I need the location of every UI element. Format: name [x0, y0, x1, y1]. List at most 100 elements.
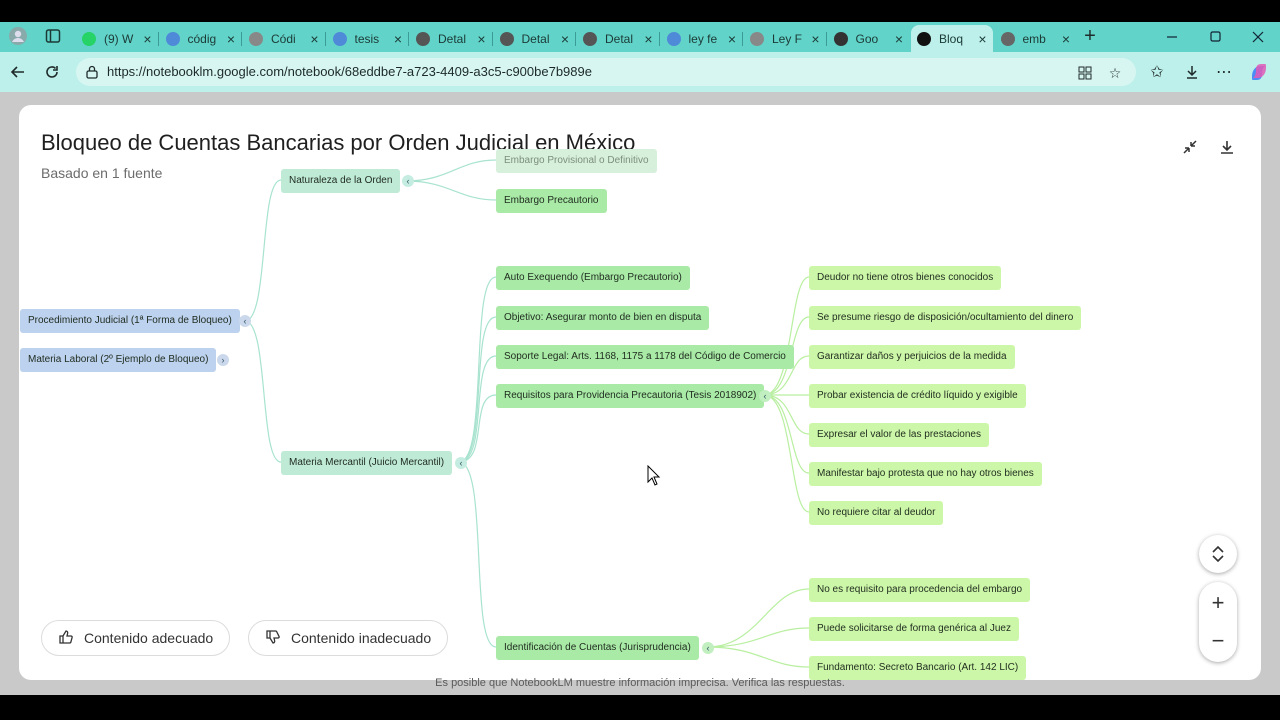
browser-tab[interactable]: Goo ×	[828, 25, 910, 52]
browser-tab[interactable]: Detal ×	[494, 25, 576, 52]
collapse-icon[interactable]	[1180, 137, 1200, 157]
browser-tab[interactable]: Ley F ×	[744, 25, 826, 52]
expand-node-icon[interactable]: ›	[217, 354, 229, 366]
mindmap-node-identificacion[interactable]: Identificación de Cuentas (Jurisprudenci…	[496, 636, 699, 660]
mindmap-node-soporte-legal[interactable]: Soporte Legal: Arts. 1168, 1175 a 1178 d…	[496, 345, 794, 369]
mindmap-node-materia-mercantil[interactable]: Materia Mercantil (Juicio Mercantil)	[281, 451, 453, 475]
tab-label: Goo	[855, 31, 879, 46]
mindmap-node-requisito[interactable]: Expresar el valor de las prestaciones	[809, 423, 989, 447]
mindmap-node-naturaleza[interactable]: Naturaleza de la Orden	[281, 169, 401, 193]
close-tab-icon[interactable]: ×	[227, 31, 235, 47]
tab-label: Bloq	[939, 31, 964, 46]
new-tab-button[interactable]: +	[1078, 24, 1102, 48]
thumbs-up-icon	[58, 629, 74, 648]
tab-favicon-icon	[165, 31, 180, 46]
close-tab-icon[interactable]: ×	[561, 31, 569, 47]
screen-top-border	[0, 0, 1280, 22]
favorites-icon[interactable]: ✩	[1145, 60, 1169, 84]
mindmap-node-materia-laboral[interactable]: Materia Laboral (2º Ejemplo de Bloqueo)	[20, 348, 217, 372]
mindmap-node-embargo-precautorio[interactable]: Embargo Precautorio	[496, 189, 607, 213]
tab-separator	[742, 32, 743, 46]
mindmap-node-requisitos[interactable]: Requisitos para Providencia Precautoria …	[496, 384, 765, 408]
collapse-node-icon[interactable]: ‹	[239, 315, 251, 327]
tab-label: tesis	[354, 31, 380, 46]
reload-icon[interactable]	[40, 60, 64, 84]
restore-button[interactable]	[1195, 22, 1235, 52]
site-info-icon[interactable]	[86, 65, 98, 79]
tab-favicon-icon	[666, 31, 681, 46]
browser-tab[interactable]: Detal ×	[410, 25, 492, 52]
zoom-out-button[interactable]: −	[1199, 622, 1237, 660]
close-tab-icon[interactable]: ×	[310, 31, 318, 47]
mindmap-node-requisito[interactable]: Manifestar bajo protesta que no hay otro…	[809, 462, 1042, 486]
browser-tab[interactable]: Detal ×	[577, 25, 659, 52]
browser-tab[interactable]: tesis ×	[327, 25, 409, 52]
profile-icon[interactable]	[6, 24, 30, 48]
mindmap-node-identificacion-detalle[interactable]: No es requisito para procedencia del emb…	[809, 578, 1031, 602]
mouse-cursor-icon	[647, 465, 661, 486]
tab-favicon-icon	[750, 31, 764, 46]
close-tab-icon[interactable]: ×	[644, 31, 652, 47]
close-tab-icon[interactable]: ×	[477, 31, 485, 47]
more-menu-icon[interactable]: ⋯	[1212, 60, 1236, 84]
address-bar[interactable]: https://notebooklm.google.com/notebook/6…	[76, 58, 1136, 86]
tab-separator	[575, 32, 576, 46]
tab-separator	[157, 32, 159, 46]
tab-favicon-icon	[917, 31, 931, 46]
expand-all-button[interactable]	[1199, 535, 1237, 573]
tab-label: Detal	[521, 31, 550, 46]
close-window-button[interactable]	[1238, 22, 1278, 52]
tab-favicon-icon	[499, 31, 514, 46]
browser-tab[interactable]: emb ×	[995, 25, 1077, 52]
browser-tab[interactable]: Códi ×	[243, 25, 325, 52]
copilot-icon[interactable]	[1247, 60, 1271, 84]
zoom-controls: + −	[1199, 582, 1237, 662]
close-tab-icon[interactable]: ×	[1062, 31, 1070, 47]
tab-actions-icon[interactable]	[41, 24, 65, 48]
collapse-node-icon[interactable]: ‹	[402, 175, 414, 187]
tab-favicon-icon	[82, 31, 96, 46]
collapse-node-icon[interactable]: ‹	[455, 457, 467, 469]
browser-tab[interactable]: Bloq ×	[911, 25, 993, 52]
close-tab-icon[interactable]: ×	[143, 31, 151, 47]
mindmap-node-requisito[interactable]: Se presume riesgo de disposición/ocultam…	[809, 306, 1082, 330]
close-tab-icon[interactable]: ×	[728, 31, 736, 47]
good-content-button[interactable]: Contenido adecuado	[41, 620, 231, 656]
mindmap-node-embargo-provisional[interactable]: Embargo Provisional o Definitivo	[496, 149, 657, 173]
close-tab-icon[interactable]: ×	[811, 31, 819, 47]
browser-tab[interactable]: (9) W ×	[76, 25, 158, 52]
browser-tab[interactable]: códig ×	[160, 25, 242, 52]
tab-label: Códi	[271, 31, 296, 46]
url-text[interactable]: https://notebooklm.google.com/notebook/6…	[107, 64, 592, 79]
reader-mode-icon[interactable]	[1076, 64, 1094, 82]
tab-label: Ley F	[772, 31, 803, 46]
close-tab-icon[interactable]: ×	[394, 31, 402, 47]
address-toolbar: https://notebooklm.google.com/notebook/6…	[0, 52, 1280, 92]
close-tab-icon[interactable]: ×	[895, 31, 903, 47]
tab-label: emb	[1022, 31, 1046, 46]
mindmap-node-requisito[interactable]: No requiere citar al deudor	[809, 501, 944, 525]
collapse-node-icon[interactable]: ‹	[702, 642, 714, 654]
mindmap-node-objetivo[interactable]: Objetivo: Asegurar monto de bien en disp…	[496, 306, 710, 330]
collapse-node-icon[interactable]: ‹	[759, 390, 771, 402]
tab-separator	[491, 32, 493, 46]
tab-favicon-icon	[416, 31, 430, 46]
browser-tab[interactable]: ley fe ×	[661, 25, 743, 52]
tab-separator	[241, 32, 242, 46]
mindmap-node-requisito[interactable]: Garantizar daños y perjuicios de la medi…	[809, 345, 1015, 369]
download-icon[interactable]	[1217, 137, 1237, 157]
zoom-in-button[interactable]: +	[1199, 584, 1237, 622]
mindmap-node-requisito[interactable]: Probar existencia de crédito líquido y e…	[809, 384, 1026, 408]
tab-strip: (9) W × códig × Códi × tesis × Detal × Detal × Detal…	[0, 22, 1280, 52]
mindmap-node-identificacion-detalle[interactable]: Puede solicitarse de forma genérica al J…	[809, 617, 1019, 641]
downloads-icon[interactable]	[1180, 60, 1204, 84]
mindmap-node-auto-exequendo[interactable]: Auto Exequendo (Embargo Precautorio)	[496, 266, 690, 290]
minimize-button[interactable]	[1152, 22, 1192, 52]
bad-content-label: Contenido inadecuado	[291, 630, 432, 646]
star-icon[interactable]: ☆	[1106, 64, 1124, 82]
back-arrow-icon[interactable]	[6, 60, 30, 84]
close-tab-icon[interactable]: ×	[978, 31, 986, 47]
bad-content-button[interactable]: Contenido inadecuado	[248, 620, 449, 656]
mindmap-node-procedimiento-judicial[interactable]: Procedimiento Judicial (1ª Forma de Bloq…	[20, 309, 240, 333]
mindmap-node-requisito[interactable]: Deudor no tiene otros bienes conocidos	[809, 266, 1002, 290]
